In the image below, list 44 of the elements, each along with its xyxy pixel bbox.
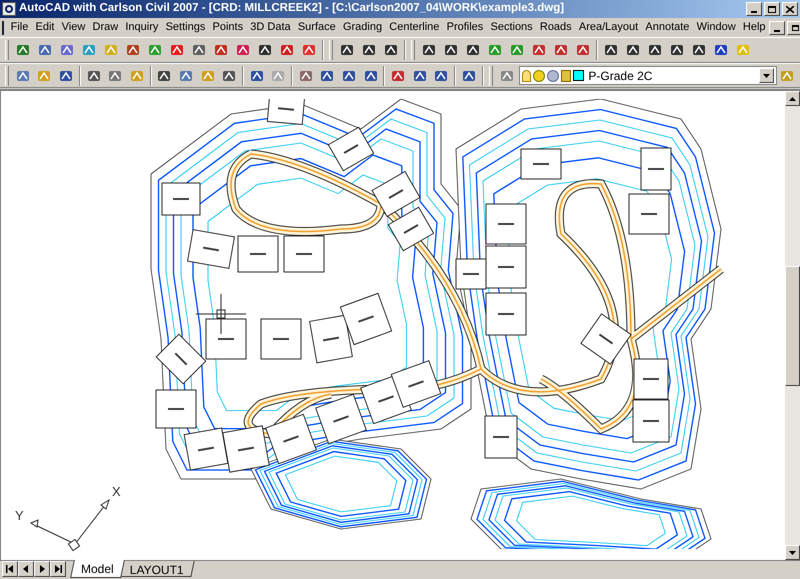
menu-item[interactable]: View [58, 19, 89, 36]
menu-item[interactable]: Annotate [642, 19, 694, 36]
previous-tab-icon[interactable] [18, 561, 34, 577]
menu-item[interactable]: Sections [486, 19, 536, 36]
layer-dropdown[interactable]: P-Grade 2C [519, 66, 777, 85]
layer-name: P-Grade 2C [588, 68, 654, 84]
window-title: AutoCAD with Carlson Civil 2007 - [CRD: MILLCREEK2] - [C:\Carlson2007_04\WORK\example3.dwg] [19, 1, 566, 16]
menu-item[interactable]: Surface [294, 19, 340, 36]
sun-icon [533, 70, 546, 82]
menu-item[interactable]: Roads [536, 19, 576, 36]
scroll-up-icon[interactable] [785, 91, 800, 106]
restore-icon[interactable] [787, 20, 800, 34]
app-logo-icon [2, 2, 16, 16]
menu-item[interactable]: Settings [162, 19, 209, 36]
menu-item[interactable]: Edit [32, 19, 58, 36]
next-tab-icon[interactable] [34, 561, 50, 577]
vertical-scrollbar[interactable] [785, 91, 800, 560]
menu-item[interactable]: Help [739, 19, 770, 36]
lock-icon [561, 70, 572, 82]
menu-item[interactable]: File [7, 19, 32, 36]
menu-item[interactable]: Points [208, 19, 247, 36]
drawing-canvas[interactable]: X Y [0, 91, 785, 560]
menu-item[interactable]: Grading [339, 19, 386, 36]
menu-item[interactable]: 3D Data [246, 19, 294, 36]
minimize-icon[interactable] [769, 20, 786, 34]
close-icon[interactable] [782, 2, 798, 16]
menu-item[interactable]: Window [693, 19, 740, 36]
last-tab-icon[interactable] [50, 561, 66, 577]
menu-item[interactable]: Inquiry [122, 19, 162, 36]
menu-item[interactable]: Profiles [443, 19, 487, 36]
layout-tab[interactable]: Model [70, 560, 125, 578]
minimize-icon[interactable] [746, 2, 762, 16]
layer-color-swatch-icon [573, 70, 584, 81]
crosshair-cursor-icon [196, 294, 246, 334]
first-tab-icon[interactable] [2, 561, 18, 577]
scroll-thumb[interactable] [785, 266, 800, 386]
viewport-icon [547, 70, 560, 82]
maximize-icon[interactable] [764, 2, 780, 16]
layout-tab[interactable]: LAYOUT1 [118, 561, 194, 577]
menu-item[interactable]: Draw [88, 19, 122, 36]
menu-item[interactable]: Centerline [386, 19, 444, 36]
lightbulb-icon [522, 70, 532, 82]
scroll-down-icon[interactable] [785, 545, 800, 560]
menu-item[interactable]: Area/Layout [575, 19, 642, 36]
